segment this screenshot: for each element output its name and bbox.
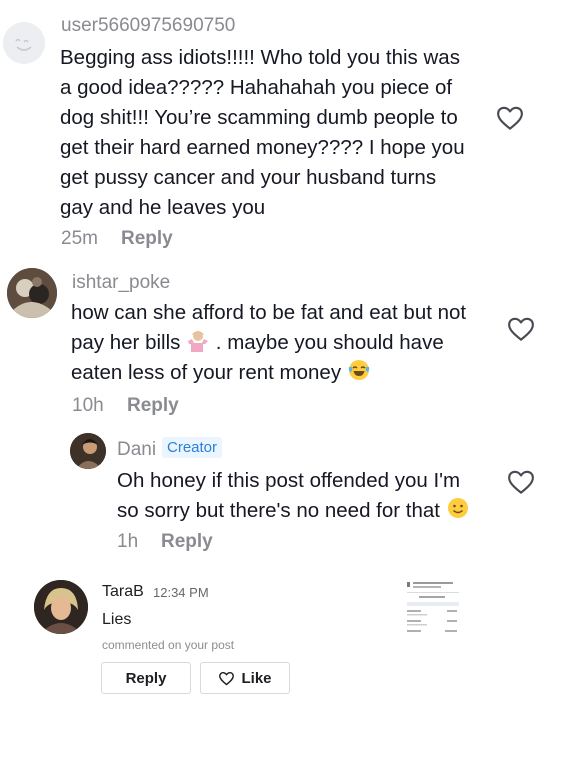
comment-segment: pay her bills <box>71 331 181 354</box>
like-button[interactable]: Like <box>200 662 290 694</box>
document-preview-icon <box>405 578 465 636</box>
comment-segment: . maybe you should have <box>215 331 444 354</box>
heart-icon <box>219 671 235 685</box>
avatar-default[interactable] <box>3 22 45 64</box>
avatar[interactable] <box>34 580 88 634</box>
creator-badge: Creator <box>162 437 223 458</box>
comment-text: Begging ass idiots!!!!! Who told you thi… <box>60 43 465 223</box>
reply-button[interactable]: Reply <box>161 531 213 553</box>
avatar-image <box>34 580 88 634</box>
avatar[interactable] <box>70 433 106 469</box>
comment-time: 1h <box>117 531 139 552</box>
comment-line: pay her bills . maybe you should have <box>71 328 466 358</box>
reply-button[interactable]: Reply <box>101 662 191 694</box>
comment-username[interactable]: ishtar_poke <box>72 272 170 294</box>
heart-icon[interactable] <box>506 467 536 497</box>
notification-time: 12:34 PM <box>153 585 209 600</box>
heart-icon[interactable] <box>495 103 525 133</box>
comment-time: 25m <box>61 228 98 249</box>
comment-line: Oh honey if this post offended you I'm <box>117 469 461 492</box>
avatar[interactable] <box>7 268 57 318</box>
avatar-image <box>7 268 57 318</box>
comment-line: dog shit!!! You’re scamming dumb people … <box>60 106 458 129</box>
comment-username[interactable]: Dani <box>117 439 156 461</box>
tears-of-joy-emoji <box>348 360 370 380</box>
heart-icon[interactable] <box>506 314 536 344</box>
comment-text: how can she afford to be fat and eat but… <box>71 298 466 388</box>
comment-text: Oh honey if this post offended you I'm s… <box>117 466 470 526</box>
slightly-smiling-emoji <box>447 498 468 518</box>
like-label: Like <box>241 669 272 687</box>
comment-username[interactable]: user5660975690750 <box>61 15 235 37</box>
avatar-image <box>70 433 106 469</box>
reply-button[interactable]: Reply <box>127 395 179 417</box>
comment-line: gay and he leaves you <box>60 196 266 219</box>
comment-line: eaten less of your rent money <box>71 358 466 388</box>
notification-name[interactable]: TaraB <box>102 583 144 601</box>
comment-line: so sorry but there's no need for that <box>117 496 470 526</box>
notification-text: Lies <box>102 611 132 628</box>
comment-line: a good idea????? Hahahahah you piece of <box>60 76 453 99</box>
comment-segment: eaten less of your rent money <box>71 361 342 384</box>
comment-line: get pussy cancer and your husband turns <box>60 166 437 189</box>
post-thumbnail[interactable] <box>405 578 465 636</box>
comment-time: 10h <box>72 395 104 416</box>
comment-line: how can she afford to be fat and eat but… <box>71 301 467 324</box>
reply-button[interactable]: Reply <box>121 228 173 250</box>
person-shrugging-emoji <box>188 331 209 352</box>
reply-label: Reply <box>125 669 167 687</box>
default-avatar-icon <box>3 22 45 64</box>
comment-line: get their hard earned money???? I hope y… <box>60 136 465 159</box>
comment-line: Begging ass idiots!!!!! Who told you thi… <box>60 46 460 69</box>
notification-subtext: commented on your post <box>102 638 235 652</box>
comment-segment: so sorry but there's no need for that <box>117 499 440 522</box>
